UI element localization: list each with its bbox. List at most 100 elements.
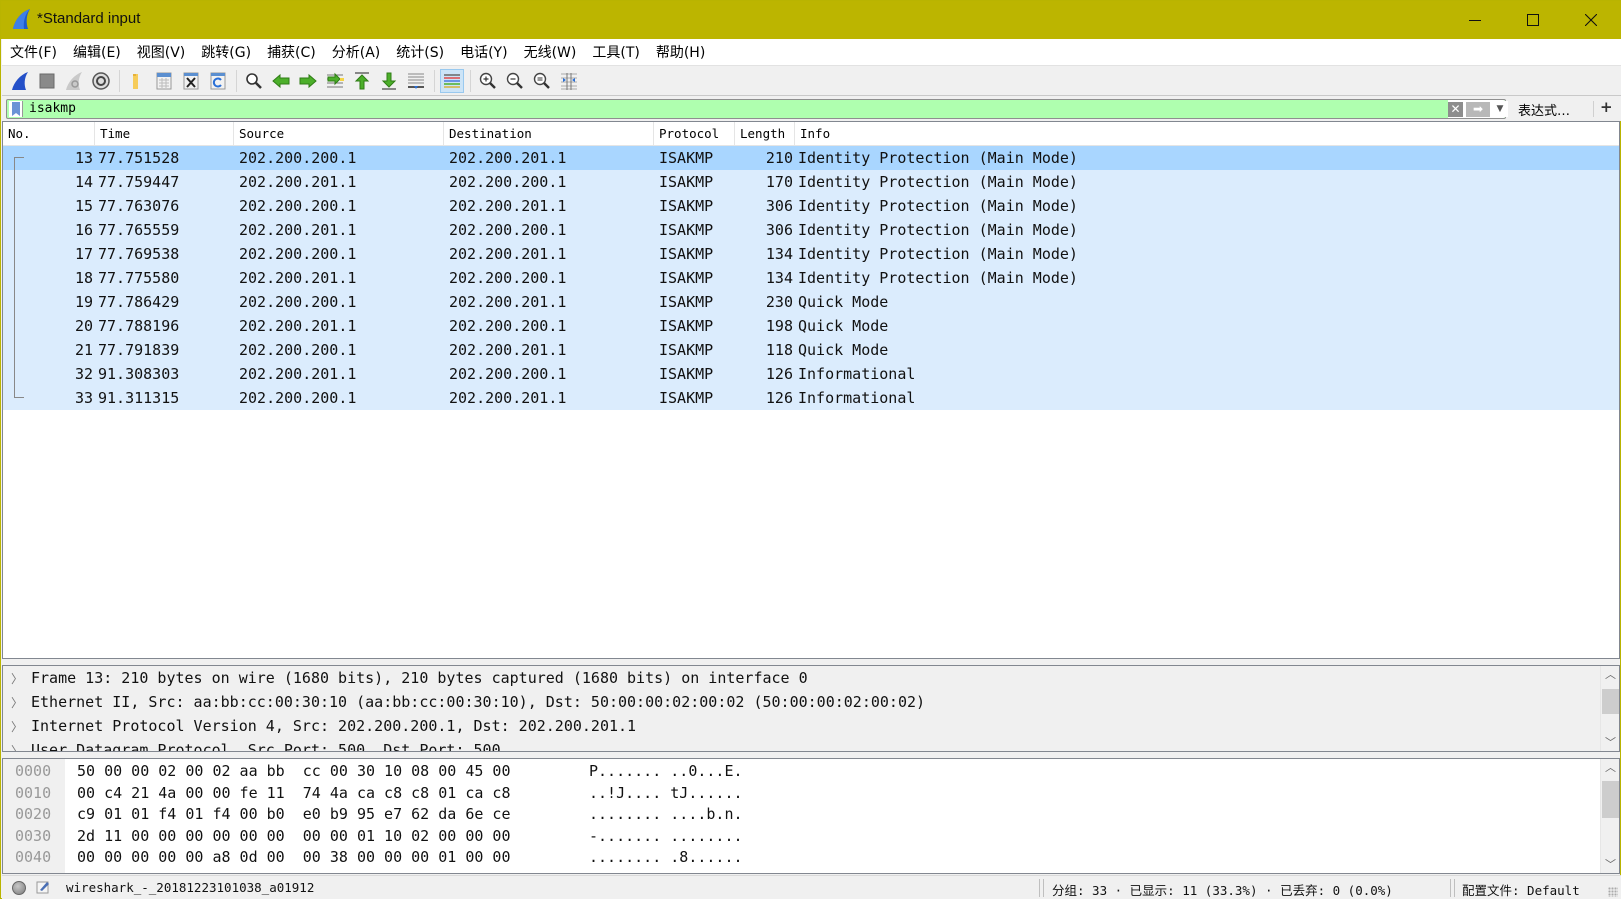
menu-telephony[interactable]: 电话(Y) (460, 42, 507, 62)
hex-bytes[interactable]: 50 00 00 02 00 02 aa bb cc 00 30 10 08 0… (77, 762, 510, 780)
find-packet-button[interactable] (242, 69, 266, 93)
go-first-button[interactable] (350, 69, 374, 93)
add-filter-button[interactable]: + (1600, 98, 1613, 116)
menu-go[interactable]: 跳转(G) (201, 42, 251, 62)
ascii-bytes[interactable]: -....... ........ (589, 827, 743, 845)
scroll-up-icon[interactable]: ︿ (1601, 666, 1619, 683)
menu-edit[interactable]: 编辑(E) (73, 42, 121, 62)
expert-info-led-icon[interactable] (12, 881, 26, 895)
minimize-button[interactable] (1446, 1, 1504, 39)
ascii-bytes[interactable]: ........ ....b.n. (589, 805, 743, 823)
ascii-bytes[interactable]: ..!J.... tJ...... (589, 784, 743, 802)
filter-bookmark-button[interactable] (9, 101, 23, 117)
cell-source: 202.200.201.1 (239, 173, 357, 191)
reload-file-button[interactable] (206, 69, 230, 93)
chevron-right-icon[interactable]: 〉 (3, 670, 31, 687)
chevron-right-icon[interactable]: 〉 (3, 694, 31, 711)
close-button[interactable] (1562, 1, 1620, 39)
open-file-button[interactable] (125, 69, 149, 93)
resize-columns-button[interactable] (557, 69, 581, 93)
menu-view[interactable]: 视图(V) (137, 42, 186, 62)
menu-statistics[interactable]: 统计(S) (396, 42, 444, 62)
menu-help[interactable]: 帮助(H) (656, 42, 705, 62)
stop-capture-button[interactable] (35, 69, 59, 93)
cell-no: 15 (74, 197, 93, 215)
detail-item-frame[interactable]: 〉 Frame 13: 210 bytes on wire (1680 bits)… (3, 666, 1619, 690)
hex-bytes[interactable]: 00 c4 21 4a 00 00 fe 11 74 4a ca c8 c8 0… (77, 784, 510, 802)
save-file-button[interactable] (152, 69, 176, 93)
column-header-info[interactable]: Info (795, 122, 1619, 145)
menu-tools[interactable]: 工具(T) (592, 42, 639, 62)
cell-info: Identity Protection (Main Mode) (798, 173, 1078, 191)
packet-rows: 13 77.751528 202.200.200.1 202.200.201.1 ISA… (3, 146, 1619, 410)
resize-grip-icon[interactable] (1608, 887, 1618, 897)
detail-item-udp[interactable]: 〉 User Datagram Protocol, Src Port: 500, … (3, 738, 1619, 752)
scroll-down-icon[interactable]: ﹀ (1601, 856, 1619, 873)
hex-bytes[interactable]: 2d 11 00 00 00 00 00 00 00 00 01 10 02 0… (77, 827, 510, 845)
packet-row[interactable]: 19 77.786429 202.200.200.1 202.200.201.1 ISA… (3, 290, 1619, 314)
packet-row[interactable]: 20 77.788196 202.200.201.1 202.200.200.1 ISA… (3, 314, 1619, 338)
toolbar-separator (119, 69, 120, 92)
column-header-length[interactable]: Length (735, 122, 795, 145)
packet-row[interactable]: 18 77.775580 202.200.201.1 202.200.200.1 ISA… (3, 266, 1619, 290)
filter-text[interactable]: isakmp (29, 101, 76, 116)
display-filter-input[interactable]: isakmp ✕ ➡ ▼ (6, 99, 1508, 119)
configuration-profile[interactable]: 配置文件: Default (1462, 880, 1580, 899)
column-header-source[interactable]: Source (234, 122, 444, 145)
packet-row[interactable]: 32 91.308303 202.200.201.1 202.200.200.1 ISA… (3, 362, 1619, 386)
menu-file[interactable]: 文件(F) (10, 42, 57, 62)
packet-row[interactable]: 21 77.791839 202.200.200.1 202.200.201.1 ISA… (3, 338, 1619, 362)
zoom-normal-button[interactable] (530, 69, 554, 93)
cell-source: 202.200.201.1 (239, 365, 357, 383)
colorize-button[interactable] (440, 68, 464, 93)
capture-options-button[interactable] (89, 69, 113, 93)
maximize-button[interactable] (1504, 1, 1562, 39)
zoom-out-button[interactable] (503, 69, 527, 93)
scroll-down-icon[interactable]: ﹀ (1601, 734, 1619, 751)
column-header-protocol[interactable]: Protocol (654, 122, 735, 145)
chevron-right-icon[interactable]: 〉 (3, 718, 31, 735)
scrollbar-thumb[interactable] (1602, 689, 1619, 714)
packet-row[interactable]: 16 77.765559 202.200.201.1 202.200.200.1 ISA… (3, 218, 1619, 242)
scroll-up-icon[interactable]: ︿ (1601, 759, 1619, 776)
close-file-button[interactable] (179, 69, 203, 93)
clear-filter-button[interactable]: ✕ (1448, 102, 1463, 117)
packet-row[interactable]: 13 77.751528 202.200.200.1 202.200.201.1 ISA… (3, 146, 1619, 170)
details-scrollbar[interactable]: ︿ ﹀ (1600, 666, 1619, 751)
filter-separator (1593, 101, 1594, 117)
column-header-no[interactable]: No. (3, 122, 95, 145)
go-back-button[interactable] (269, 69, 293, 93)
go-forward-button[interactable] (296, 69, 320, 93)
packet-row[interactable]: 14 77.759447 202.200.201.1 202.200.200.1 ISA… (3, 170, 1619, 194)
go-to-packet-button[interactable] (323, 69, 347, 93)
column-header-destination[interactable]: Destination (444, 122, 654, 145)
column-header-time[interactable]: Time (95, 122, 234, 145)
go-last-button[interactable] (377, 69, 401, 93)
menu-wireless[interactable]: 无线(W) (524, 42, 577, 62)
start-capture-button[interactable] (8, 69, 32, 93)
hex-bytes[interactable]: c9 01 01 f4 01 f4 00 b0 e0 b9 95 e7 62 d… (77, 805, 510, 823)
apply-filter-button[interactable]: ➡ (1466, 102, 1490, 117)
bytes-scrollbar[interactable]: ︿ ﹀ (1600, 759, 1619, 873)
zoom-in-button[interactable] (476, 69, 500, 93)
menu-capture[interactable]: 捕获(C) (267, 42, 316, 62)
ascii-bytes[interactable]: ........ .8...... (589, 848, 743, 866)
packet-row[interactable]: 17 77.769538 202.200.200.1 202.200.201.1 ISA… (3, 242, 1619, 266)
capture-comment-icon[interactable] (36, 880, 50, 894)
auto-scroll-button[interactable] (404, 69, 428, 93)
restart-capture-button[interactable] (62, 69, 86, 93)
hex-bytes[interactable]: 00 00 00 00 00 a8 0d 00 00 38 00 00 00 0… (77, 848, 510, 866)
cell-source: 202.200.200.1 (239, 149, 357, 167)
reload-file-icon (210, 72, 226, 89)
wireshark-fin-icon (13, 9, 30, 29)
detail-item-ethernet[interactable]: 〉 Ethernet II, Src: aa:bb:cc:00:30:10 (aa… (3, 690, 1619, 714)
packet-row[interactable]: 15 77.763076 202.200.200.1 202.200.201.1 ISA… (3, 194, 1619, 218)
expression-button[interactable]: 表达式… (1518, 100, 1570, 119)
ascii-bytes[interactable]: P....... ..0...E. (589, 762, 743, 780)
packet-row[interactable]: 33 91.311315 202.200.200.1 202.200.201.1 ISA… (3, 386, 1619, 410)
filter-history-dropdown[interactable]: ▼ (1492, 101, 1508, 117)
scrollbar-thumb[interactable] (1602, 781, 1619, 818)
menu-analyze[interactable]: 分析(A) (332, 42, 381, 62)
detail-item-ipv4[interactable]: 〉 Internet Protocol Version 4, Src: 202.2… (3, 714, 1619, 738)
chevron-right-icon[interactable]: 〉 (3, 742, 31, 752)
